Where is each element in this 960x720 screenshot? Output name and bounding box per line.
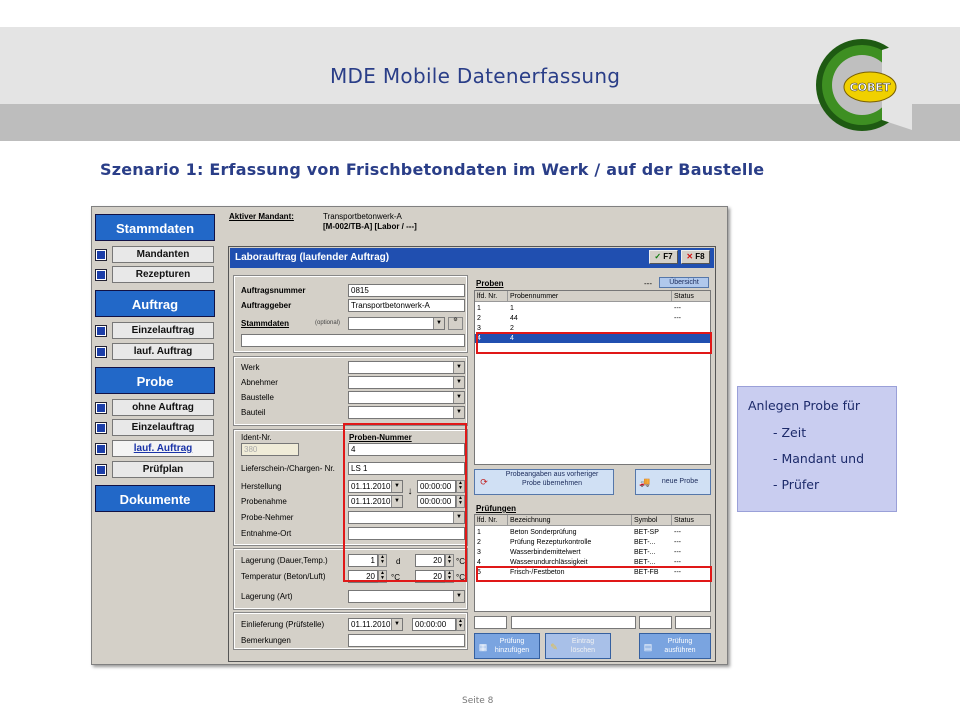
truck-icon: 🚚 bbox=[639, 477, 651, 487]
checkbox-icon bbox=[96, 250, 106, 260]
proben-label: Proben bbox=[476, 279, 504, 288]
nav-mandanten[interactable]: Mandanten bbox=[96, 246, 215, 263]
pruefungen-cell[interactable]: Wasserbindemittelwert bbox=[508, 548, 632, 557]
proben-table: lfd. Nr. Probennummer Status 1 1 --- 2 44 ---… bbox=[474, 290, 711, 465]
callout-box: Anlegen Probe für - Zeit - Mandant und -… bbox=[737, 386, 897, 512]
stammdaten-options-icon[interactable]: ⚙ bbox=[448, 317, 463, 330]
proben-cell[interactable]: --- bbox=[672, 304, 710, 313]
checkbox-icon bbox=[96, 347, 106, 357]
einlieferung-group: Einlieferung (Prüfstelle) 01.11.2010 ▼ 00… bbox=[234, 613, 467, 649]
chevron-down-icon[interactable]: ▼ bbox=[453, 407, 464, 418]
f7-button[interactable]: ✓ F7 bbox=[649, 250, 678, 264]
pruefung-ausfuehren-button[interactable]: ▤ Prüfung ausführen bbox=[639, 633, 711, 659]
section-stammdaten[interactable]: Stammdaten bbox=[95, 214, 215, 241]
close-icon: ✕ bbox=[686, 252, 696, 261]
neue-probe-button[interactable]: 🚚 neue Probe bbox=[635, 469, 711, 495]
sidebar: Stammdaten Mandanten Rezepturen Auftrag … bbox=[94, 209, 215, 664]
stammdaten-text[interactable] bbox=[241, 334, 465, 347]
pruefungen-cell[interactable]: --- bbox=[672, 548, 710, 557]
proben-cell[interactable]: 44 bbox=[508, 314, 672, 323]
dialog-title: Laborauftrag (laufender Auftrag) bbox=[230, 248, 714, 268]
highlight-probe-row bbox=[476, 332, 712, 354]
pruefungen-cell[interactable]: BET-... bbox=[632, 548, 672, 557]
ident-field: 380 bbox=[241, 443, 299, 456]
pruefungen-cell[interactable]: 2 bbox=[475, 538, 508, 547]
run-icon: ▤ bbox=[643, 642, 653, 652]
pruefungen-cell[interactable]: --- bbox=[672, 538, 710, 547]
bemerkungen-field[interactable] bbox=[348, 634, 465, 647]
calculator-icon: ▦ bbox=[478, 642, 488, 652]
proben-cell[interactable]: 1 bbox=[508, 304, 672, 313]
pruefungen-cell[interactable]: Beton Sonderprüfung bbox=[508, 528, 632, 537]
time-spinner[interactable]: ▲ ▼ bbox=[456, 618, 465, 631]
pruefungen-cell[interactable]: 3 bbox=[475, 548, 508, 557]
slide-subtitle: Szenario 1: Erfassung von Frischbetondat… bbox=[100, 160, 765, 179]
pruefungen-cell[interactable]: BET-SP bbox=[632, 528, 672, 537]
chevron-down-icon[interactable]: ▼ bbox=[433, 318, 444, 329]
probeangaben-uebernehmen-button[interactable]: ⟳ Probeangaben aus vorheriger Probe übern… bbox=[474, 469, 614, 495]
pruef-input-2[interactable] bbox=[511, 616, 636, 629]
chevron-down-icon[interactable]: ▼ bbox=[453, 377, 464, 388]
refresh-icon: ⟳ bbox=[480, 477, 488, 487]
auftrag-group: Auftragsnummer 0815 Auftraggeber Transpo… bbox=[234, 276, 467, 352]
section-dokumente[interactable]: Dokumente bbox=[95, 485, 215, 512]
eraser-icon: ✎ bbox=[550, 642, 558, 652]
checkmark-icon: ✓ bbox=[654, 252, 664, 261]
svg-text:COBET: COBET bbox=[850, 81, 891, 94]
nav-rezepturen[interactable]: Rezepturen bbox=[96, 266, 215, 283]
checkbox-icon bbox=[96, 326, 106, 336]
nav-pruefplan[interactable]: Prüfplan bbox=[96, 461, 215, 478]
checkbox-icon bbox=[96, 423, 106, 433]
proben-cell[interactable]: --- bbox=[672, 314, 710, 323]
pruefungen-cell[interactable]: 1 bbox=[475, 528, 508, 537]
pruefungen-cell[interactable]: --- bbox=[672, 528, 710, 537]
pruef-input-1[interactable] bbox=[474, 616, 507, 629]
proben-cell[interactable]: 2 bbox=[475, 314, 508, 323]
page-title: MDE Mobile Datenerfassung bbox=[330, 64, 621, 88]
section-probe[interactable]: Probe bbox=[95, 367, 215, 394]
laborauftrag-dialog: Laborauftrag (laufender Auftrag) ✓ F7 ✕ … bbox=[228, 246, 716, 662]
f8-button[interactable]: ✕ F8 bbox=[681, 250, 710, 264]
proben-cell[interactable]: 1 bbox=[475, 304, 508, 313]
pruefungen-cell[interactable]: Prüfung Rezepturkontrolle bbox=[508, 538, 632, 547]
chevron-down-icon[interactable]: ▼ bbox=[453, 392, 464, 403]
pruef-input-3[interactable] bbox=[639, 616, 672, 629]
uebersicht-button[interactable]: Übersicht bbox=[659, 277, 709, 288]
nav-probe-einzelauftrag[interactable]: Einzelauftrag bbox=[96, 419, 215, 436]
highlight-probe-fields bbox=[343, 423, 467, 582]
pruefungen-table: lfd. Nr. Bezeichnung Symbol Status 1 Beto… bbox=[474, 514, 711, 612]
checkbox-icon bbox=[96, 444, 106, 454]
chevron-down-icon[interactable]: ▼ bbox=[391, 619, 402, 630]
cobet-logo: COBET bbox=[816, 39, 912, 131]
einlieferung-date[interactable]: 01.11.2010 ▼ bbox=[348, 618, 403, 631]
page-footer: Seite 8 bbox=[462, 696, 494, 706]
pruefungen-cell[interactable]: BET-... bbox=[632, 538, 672, 547]
baustelle-select[interactable]: ▼ bbox=[348, 391, 465, 404]
einlieferung-time[interactable]: 00:00:00 bbox=[412, 618, 456, 631]
stammdaten-select[interactable]: ▼ bbox=[348, 317, 445, 330]
eintrag-loeschen-button[interactable]: ✎ Eintrag löschen bbox=[545, 633, 611, 659]
ort-group: Werk ▼ Abnehmer ▼ Baustelle ▼ Bauteil ▼ bbox=[234, 357, 467, 425]
checkbox-icon bbox=[96, 270, 106, 280]
pruef-input-4[interactable] bbox=[675, 616, 711, 629]
nav-lauf-auftrag[interactable]: lauf. Auftrag bbox=[96, 343, 215, 360]
lagerung-art-select[interactable]: ▼ bbox=[348, 590, 465, 603]
abnehmer-select[interactable]: ▼ bbox=[348, 376, 465, 389]
bauteil-select[interactable]: ▼ bbox=[348, 406, 465, 419]
auftragsnummer-field[interactable]: 0815 bbox=[348, 284, 465, 297]
nav-einzelauftrag[interactable]: Einzelauftrag bbox=[96, 322, 215, 339]
pruefung-hinzufuegen-button[interactable]: ▦ Prüfung hinzufügen bbox=[474, 633, 540, 659]
auftraggeber-field[interactable]: Transportbetonwerk-A bbox=[348, 299, 465, 312]
pruefungen-label: Prüfungen bbox=[476, 504, 516, 513]
nav-probe-lauf-auftrag[interactable]: lauf. Auftrag bbox=[96, 440, 215, 457]
checkbox-icon bbox=[96, 403, 106, 413]
checkbox-icon bbox=[96, 465, 106, 475]
chevron-down-icon[interactable]: ▼ bbox=[453, 362, 464, 373]
highlight-pruefung-row bbox=[476, 566, 712, 582]
chevron-down-icon[interactable]: ▼ bbox=[453, 591, 464, 602]
section-auftrag[interactable]: Auftrag bbox=[95, 290, 215, 317]
werk-select[interactable]: ▼ bbox=[348, 361, 465, 374]
nav-probe-ohne-auftrag[interactable]: ohne Auftrag bbox=[96, 399, 215, 416]
